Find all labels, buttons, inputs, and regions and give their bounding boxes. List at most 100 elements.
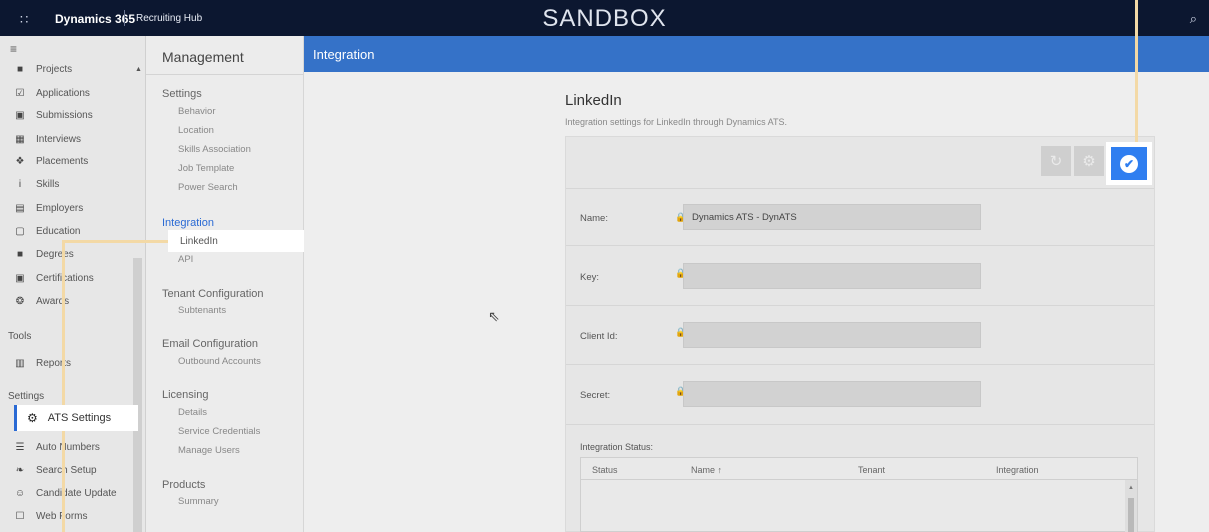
nav-item-label: Interviews — [36, 133, 82, 145]
column-name[interactable]: Name ↑ — [691, 465, 722, 475]
nav-item-label: Reports — [36, 357, 72, 369]
mgmt-link-linkedin[interactable]: LinkedIn — [168, 230, 304, 252]
save-button[interactable]: ✔ — [1111, 147, 1147, 180]
nav-item-degrees[interactable]: ■ Degrees — [14, 245, 134, 263]
integration-status-label: Integration Status: — [580, 442, 654, 452]
management-divider — [146, 74, 304, 75]
building-icon: ▤ — [15, 202, 25, 214]
list-numbers-icon: ☰ — [15, 441, 25, 453]
callout-line-save — [1135, 0, 1138, 142]
mgmt-link-behavior[interactable]: Behavior — [178, 106, 216, 117]
briefcase-icon: ■ — [16, 63, 24, 75]
refresh-icon: ↻ — [1049, 153, 1063, 170]
refresh-button[interactable]: ↻ — [1041, 146, 1071, 176]
mgmt-link-api[interactable]: API — [178, 254, 193, 265]
nav-item-submissions[interactable]: ▣ Submissions — [14, 106, 134, 124]
nav-item-employers[interactable]: ▤ Employers — [14, 199, 134, 217]
mgmt-section-products: Products — [162, 479, 206, 491]
key-label: Key: — [580, 272, 600, 283]
client-id-field[interactable] — [683, 322, 981, 348]
search-setup-icon: ❧ — [15, 464, 25, 476]
nav-item-label: Search Setup — [36, 464, 97, 476]
mgmt-section-tenant-configuration: Tenant Configuration — [162, 288, 264, 300]
candidate-update-icon: ☺ — [14, 487, 26, 499]
key-field[interactable] — [683, 263, 981, 289]
column-integration[interactable]: Integration — [996, 465, 1039, 475]
management-title: Management — [162, 49, 244, 65]
secret-field[interactable] — [683, 381, 981, 407]
nav-item-applications[interactable]: ☑ Applications — [14, 84, 134, 102]
name-field[interactable]: Dynamics ATS - DynATS — [683, 204, 981, 230]
calendar-icon: ▦ — [15, 133, 25, 145]
nav-item-auto-numbers[interactable]: ☰ Auto Numbers — [14, 438, 134, 456]
environment-label: SANDBOX — [542, 5, 667, 32]
nav-item-label: Education — [36, 225, 81, 237]
nav-item-web-forms[interactable]: ☐ Web Forms — [14, 507, 134, 525]
certificate-icon: ▣ — [15, 272, 25, 284]
mgmt-link-outbound-accounts[interactable]: Outbound Accounts — [178, 356, 261, 367]
integration-status-grid: Status Name ↑ Tenant Integration ▲ — [580, 457, 1138, 532]
nav-scroll-up-icon[interactable]: ▲ — [135, 66, 142, 73]
mgmt-link-job-template[interactable]: Job Template — [178, 163, 234, 174]
nav-item-label: Degrees — [36, 248, 74, 260]
row-divider — [566, 364, 1154, 365]
nav-item-ats-settings[interactable]: ⚙ ATS Settings — [14, 405, 138, 431]
mgmt-section-email-configuration: Email Configuration — [162, 338, 258, 350]
row-divider — [566, 305, 1154, 306]
mgmt-link-summary[interactable]: Summary — [178, 496, 219, 507]
search-icon[interactable]: ⌕ — [1190, 11, 1197, 27]
nav-item-label: Employers — [36, 202, 84, 214]
callout-line-linkedin — [62, 240, 168, 243]
check-circle-icon: ✔ — [1120, 154, 1138, 173]
nav-item-education[interactable]: ▢ Education — [14, 222, 134, 240]
web-form-icon: ☐ — [15, 510, 25, 522]
mgmt-link-power-search[interactable]: Power Search — [178, 182, 238, 193]
row-divider — [566, 424, 1154, 425]
grid-scroll-up-icon[interactable]: ▲ — [1128, 485, 1134, 491]
hamburger-menu-icon[interactable]: ≡ — [10, 42, 17, 56]
top-bar: ∷ Dynamics 365 Recruiting Hub SANDBOX ⌕ — [0, 0, 1209, 36]
column-tenant[interactable]: Tenant — [858, 465, 885, 475]
nav-item-projects[interactable]: ■ Projects — [14, 60, 134, 78]
page-title: LinkedIn — [565, 92, 622, 109]
settings-button[interactable]: ⚙ — [1074, 146, 1104, 176]
mgmt-link-manage-users[interactable]: Manage Users — [178, 445, 240, 456]
skills-icon: i — [18, 178, 22, 190]
nav-item-label: Skills — [36, 178, 60, 190]
row-divider — [566, 188, 1154, 189]
callout-line-ats-settings — [62, 431, 65, 532]
report-icon: ▥ — [15, 357, 25, 369]
row-divider — [566, 245, 1154, 246]
secret-label: Secret: — [580, 390, 611, 401]
grid-scroll-thumb[interactable] — [1128, 498, 1134, 532]
nav-item-label: ATS Settings — [47, 412, 112, 424]
nav-item-search-setup[interactable]: ❧ Search Setup — [14, 461, 134, 479]
nav-item-placements[interactable]: ❖ Placements — [14, 152, 134, 170]
mgmt-section-settings: Settings — [162, 88, 202, 100]
mgmt-link-skills-association[interactable]: Skills Association — [178, 144, 251, 155]
callout-line-linkedin-vertical — [62, 240, 65, 405]
submission-icon: ▣ — [15, 109, 25, 121]
nav-item-interviews[interactable]: ▦ Interviews — [14, 130, 134, 148]
nav-item-certifications[interactable]: ▣Certifications — [14, 269, 134, 287]
mgmt-link-details[interactable]: Details — [178, 407, 207, 418]
clipboard-check-icon: ☑ — [15, 87, 25, 99]
nav-group-tools: Tools — [8, 331, 32, 342]
nav-item-skills[interactable]: i Skills — [14, 175, 134, 193]
mgmt-link-location[interactable]: Location — [178, 125, 214, 136]
name-label: Name: — [580, 213, 608, 224]
mgmt-link-service-credentials[interactable]: Service Credentials — [178, 426, 260, 437]
integration-header-title: Integration — [313, 47, 375, 62]
nav-item-reports[interactable]: ▥ Reports — [14, 354, 134, 372]
mgmt-section-licensing: Licensing — [162, 389, 209, 401]
nav-item-label: Placements — [36, 155, 89, 167]
nav-item-candidate-update[interactable]: ☺ Candidate Update — [14, 484, 134, 502]
page-subtitle: Integration settings for LinkedIn throug… — [565, 117, 787, 127]
mgmt-link-subtenants[interactable]: Subtenants — [178, 305, 226, 316]
nav-scrollbar[interactable] — [133, 258, 142, 532]
nav-item-label: Projects — [36, 63, 73, 75]
nav-group-settings: Settings — [8, 391, 45, 402]
nav-item-awards[interactable]: ❂ Awards — [14, 292, 134, 310]
gear-icon: ⚙ — [27, 411, 38, 425]
column-status[interactable]: Status — [592, 465, 618, 475]
